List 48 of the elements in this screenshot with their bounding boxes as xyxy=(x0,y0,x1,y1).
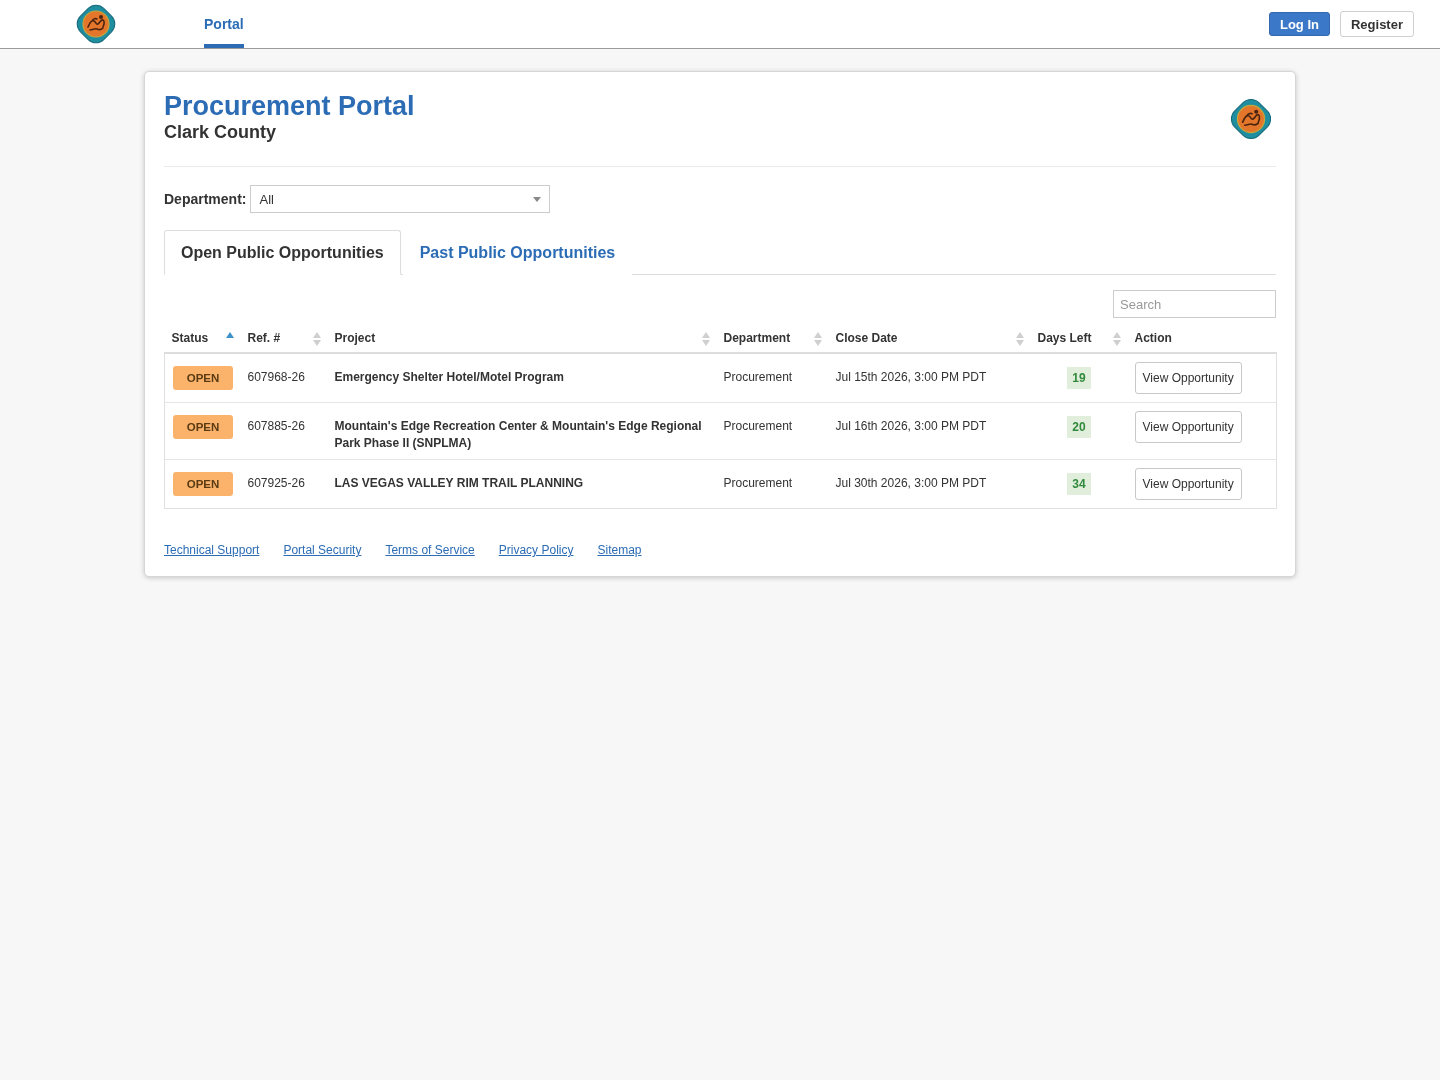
search-field[interactable]: Search xyxy=(1113,290,1276,318)
status-badge: OPEN xyxy=(173,415,233,439)
status-badge: OPEN xyxy=(173,472,233,496)
tab[interactable]: Open Public Opportunities xyxy=(164,230,401,275)
reference-number: 607925-26 xyxy=(247,476,305,490)
sort-icon[interactable] xyxy=(1112,331,1121,346)
column-header[interactable]: Department xyxy=(723,330,791,347)
sort-icon[interactable] xyxy=(701,331,710,346)
close-date: Jul 16th 2026, 3:00 PM PDT xyxy=(835,419,987,433)
sort-icon[interactable] xyxy=(312,331,321,346)
column-header[interactable]: Project xyxy=(334,330,376,347)
reference-number: 607968-26 xyxy=(247,370,305,384)
nav-tab[interactable]: Portal xyxy=(204,0,244,48)
footer-link[interactable]: Technical Support xyxy=(164,543,260,558)
column-header: Action xyxy=(1134,330,1172,347)
primary-button[interactable]: Log In xyxy=(1268,12,1330,36)
status-badge: OPEN xyxy=(173,366,233,390)
department-name: Procurement xyxy=(723,419,793,433)
close-date: Jul 15th 2026, 3:00 PM PDT xyxy=(835,370,987,384)
page-title: Procurement Portal xyxy=(164,90,415,122)
footer-link[interactable]: Terms of Service xyxy=(385,543,475,558)
days-left-badge: 19 xyxy=(1067,367,1091,389)
column-header[interactable]: Ref. # xyxy=(247,330,281,347)
department-select[interactable]: All xyxy=(250,185,551,213)
sort-icon[interactable] xyxy=(813,331,822,346)
caret-icon xyxy=(533,196,542,202)
project-name: LAS VEGAS VALLEY RIM TRAIL PLANNING xyxy=(334,476,584,490)
page-subtitle: Clark County xyxy=(164,122,278,142)
footer-link[interactable]: Sitemap xyxy=(597,543,642,558)
view-opportunity-button[interactable]: View Opportunity xyxy=(1134,362,1242,394)
close-date: Jul 30th 2026, 3:00 PM PDT xyxy=(835,476,987,490)
sort-icon[interactable] xyxy=(1015,331,1024,346)
department-name: Procurement xyxy=(723,370,793,384)
footer-link[interactable]: Privacy Policy xyxy=(498,543,574,558)
footer-link[interactable]: Portal Security xyxy=(283,543,362,558)
days-left-badge: 20 xyxy=(1067,416,1091,438)
view-opportunity-button[interactable]: View Opportunity xyxy=(1134,411,1242,443)
days-left-badge: 34 xyxy=(1067,473,1091,495)
department-label: Department: xyxy=(164,191,247,207)
view-opportunity-button[interactable]: View Opportunity xyxy=(1134,468,1242,500)
column-header[interactable]: Days Left xyxy=(1037,330,1092,347)
column-header[interactable]: Status xyxy=(171,330,209,347)
project-name: Mountain's Edge Recreation Center & Mountain's Edge Regional Park Phase II (SNPLMA) xyxy=(334,419,702,450)
column-header[interactable]: Close Date xyxy=(835,330,898,347)
project-name: Emergency Shelter Hotel/Motel Program xyxy=(334,370,564,384)
secondary-button[interactable]: Register xyxy=(1339,11,1414,37)
reference-number: 607885-26 xyxy=(247,419,305,433)
department-name: Procurement xyxy=(723,476,793,490)
